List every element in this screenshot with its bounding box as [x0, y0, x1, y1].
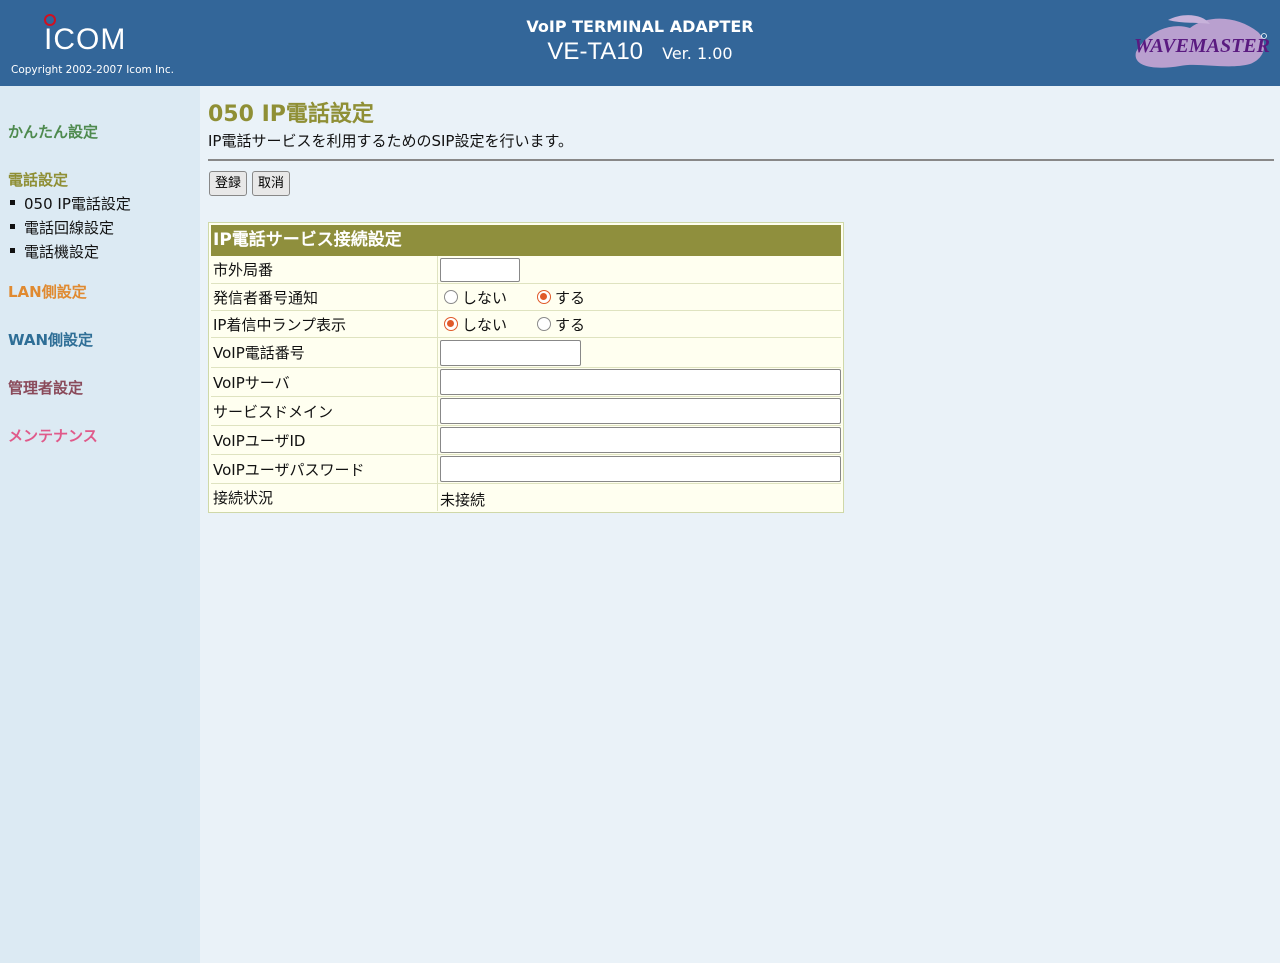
table-row-connection-status: 接続状況 未接続 [211, 484, 841, 511]
row-label: VoIPユーザパスワード [211, 455, 438, 483]
row-label: サービスドメイン [211, 397, 438, 425]
radio-label: する [555, 288, 586, 307]
incoming-lamp-option-on[interactable]: する [533, 314, 585, 335]
sidebar-item-wan-settings[interactable]: WAN側設定 [8, 329, 93, 350]
sidebar-subitem-label: 電話回線設定 [24, 219, 115, 237]
sidebar-item-phone-settings[interactable]: 電話設定 [8, 169, 68, 190]
sidebar-item-admin-settings[interactable]: 管理者設定 [8, 377, 83, 398]
table-row-incoming-lamp: IP着信中ランプ表示 しない する [211, 311, 841, 338]
sidebar-subitem-050-ip-phone[interactable]: 050 IP電話設定 [10, 193, 131, 214]
product-model-line: VE-TA10 Ver. 1.00 [0, 38, 1280, 66]
radio-selected-icon[interactable] [537, 290, 552, 304]
row-label: 接続状況 [211, 484, 438, 511]
sidebar-subitem-label: 050 IP電話設定 [24, 195, 131, 213]
row-label: VoIPユーザID [211, 426, 438, 454]
radio-label: しない [462, 315, 508, 334]
sidebar-subitem-phone-device[interactable]: 電話機設定 [10, 241, 99, 262]
caller-id-option-off[interactable]: しない [440, 287, 507, 308]
row-label: VoIPサーバ [211, 368, 438, 396]
caller-id-option-on[interactable]: する [533, 287, 585, 308]
bullet-icon [10, 200, 15, 205]
table-header: IP電話サービス接続設定 [211, 225, 841, 256]
voip-user-id-input[interactable] [440, 427, 841, 453]
page-description: IP電話サービスを利用するためのSIP設定を行います。 [208, 132, 573, 150]
radio-unselected-icon[interactable] [444, 290, 458, 304]
table-row-area-code: 市外局番 [211, 256, 841, 284]
table-row-voip-user-id: VoIPユーザID [211, 426, 841, 455]
wavemaster-logo-graphic: WAVEMASTER [1134, 15, 1270, 68]
radio-selected-icon[interactable] [444, 317, 458, 331]
title-divider [208, 159, 1274, 161]
voip-number-input[interactable] [440, 339, 581, 366]
table-row-voip-password: VoIPユーザパスワード [211, 455, 841, 484]
cancel-button[interactable]: 取消 [252, 171, 291, 196]
table-row-voip-number: VoIP電話番号 [211, 338, 841, 368]
table-row-voip-server: VoIPサーバ [211, 368, 841, 397]
row-label: 市外局番 [211, 256, 438, 283]
radio-label: する [555, 315, 586, 334]
product-type: VoIP TERMINAL ADAPTER [526, 17, 754, 36]
voip-password-input[interactable] [440, 456, 841, 482]
row-label: 発信者番号通知 [211, 284, 438, 310]
radio-label: しない [462, 288, 508, 307]
sidebar-nav: かんたん設定 電話設定 050 IP電話設定 電話回線設定 電話機設定 LAN側… [0, 86, 200, 963]
bullet-icon [10, 248, 15, 253]
service-domain-input[interactable] [440, 398, 841, 424]
voip-server-input[interactable] [440, 369, 841, 395]
sidebar-item-maintenance[interactable]: メンテナンス [8, 425, 98, 446]
sidebar-subitem-phone-line[interactable]: 電話回線設定 [10, 217, 114, 238]
row-label: VoIP電話番号 [211, 338, 438, 367]
connection-status-value: 未接続 [440, 491, 486, 509]
table-row-service-domain: サービスドメイン [211, 397, 841, 426]
page-title: 050 IP電話設定 [208, 102, 374, 127]
sidebar-item-easy-setup[interactable]: かんたん設定 [8, 121, 98, 142]
ip-phone-settings-table: IP電話サービス接続設定 市外局番 発信者番号通知 しない する IP着信中ラン… [208, 222, 844, 513]
table-row-caller-id: 発信者番号通知 しない する [211, 284, 841, 311]
sidebar-subitem-label: 電話機設定 [24, 243, 100, 261]
product-model: VE-TA10 [547, 38, 644, 65]
incoming-lamp-option-off[interactable]: しない [440, 314, 507, 335]
bullet-icon [10, 224, 15, 229]
radio-unselected-icon[interactable] [537, 317, 552, 331]
sidebar-item-lan-settings[interactable]: LAN側設定 [8, 281, 87, 302]
header-bar: ICOM Copyright 2002-2007 Icom Inc. VoIP … [0, 0, 1280, 86]
register-button[interactable]: 登録 [209, 171, 248, 196]
row-label: IP着信中ランプ表示 [211, 311, 438, 337]
wavemaster-logo: WAVEMASTER [1128, 12, 1270, 70]
product-version: Ver. 1.00 [662, 44, 733, 63]
area-code-input[interactable] [440, 257, 520, 282]
wavemaster-logo-text: WAVEMASTER [1134, 35, 1270, 57]
